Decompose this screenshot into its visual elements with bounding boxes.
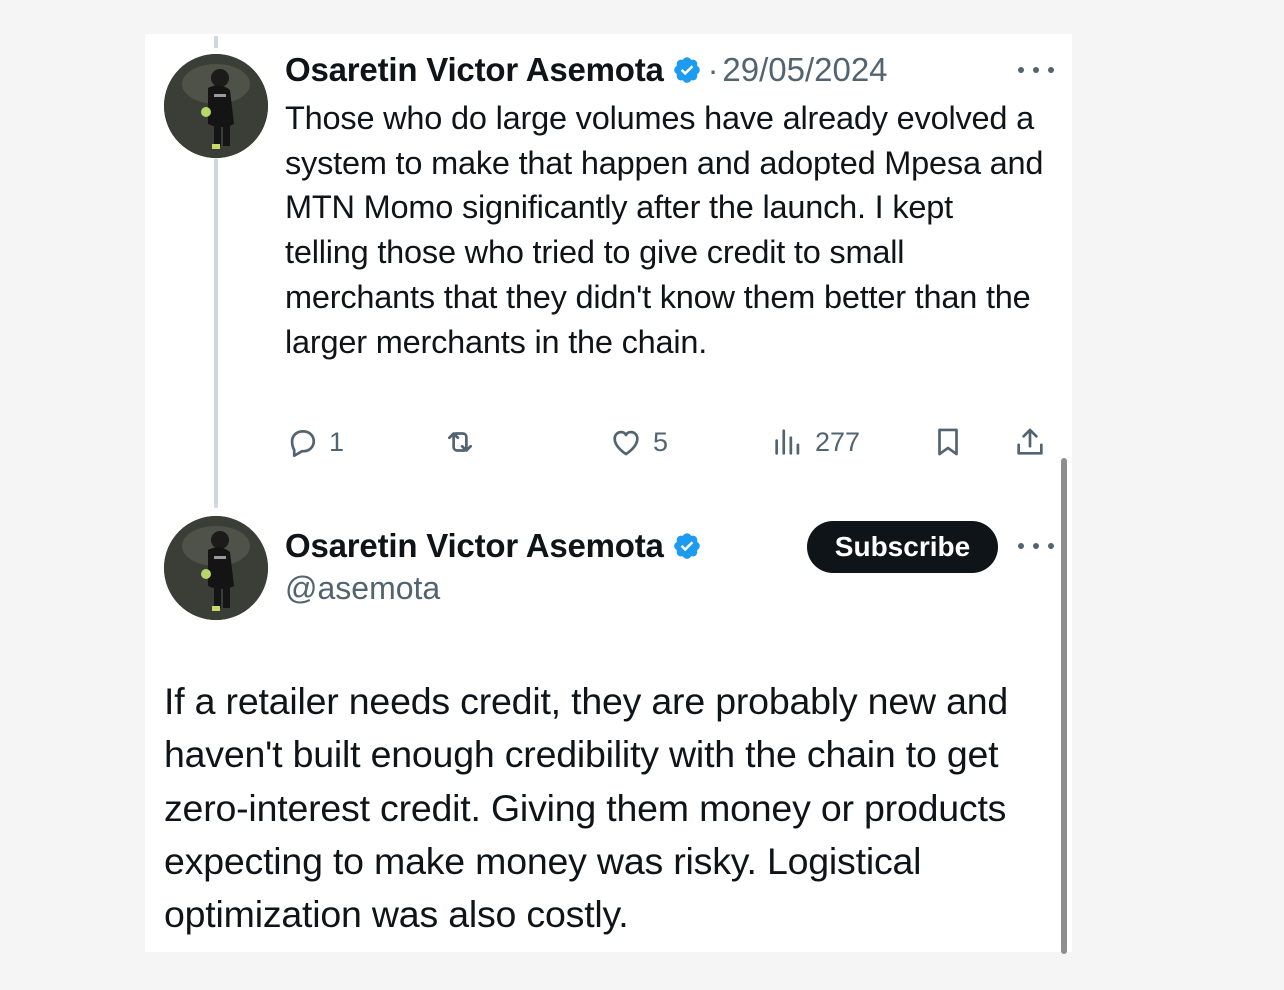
bookmark-button[interactable]: [931, 420, 965, 464]
views-bar-chart-icon: [775, 429, 800, 455]
more-options-icon[interactable]: [1018, 60, 1054, 80]
tweet-date[interactable]: 29/05/2024: [722, 51, 887, 89]
views-button[interactable]: 277: [771, 420, 860, 464]
main-tweet-text: If a retailer needs credit, they are pro…: [164, 680, 1009, 936]
share-button[interactable]: [1013, 420, 1047, 464]
views-count: 277: [815, 426, 861, 457]
like-count: 5: [653, 426, 669, 457]
subscribe-button[interactable]: Subscribe: [807, 521, 998, 573]
thread-connector-line: [214, 158, 218, 508]
more-options-icon[interactable]: [1018, 536, 1054, 556]
reply-icon: [290, 430, 316, 458]
author-name[interactable]: Osaretin Victor Asemota: [285, 527, 664, 565]
verified-badge-icon: [673, 57, 700, 83]
retweet-icon: [448, 432, 472, 452]
share-upload-icon: [1017, 428, 1043, 455]
avatar[interactable]: [164, 54, 268, 158]
main-tweet-header: Osaretin Victor Asemota: [285, 524, 702, 568]
dot-separator: ·: [707, 51, 719, 88]
reply-button[interactable]: 1: [285, 420, 344, 464]
author-name[interactable]: Osaretin Victor Asemota: [285, 51, 664, 89]
tweet-action-bar: 1 5 277: [285, 420, 1055, 464]
reply-count: 1: [329, 426, 345, 457]
author-handle[interactable]: @asemota: [285, 570, 440, 607]
verified-badge-icon: [673, 533, 700, 559]
scrollbar[interactable]: [1061, 458, 1067, 954]
parent-tweet-header: Osaretin Victor Asemota · 29/05/2024: [285, 48, 888, 92]
bookmark-icon: [938, 428, 958, 456]
retweet-button[interactable]: [443, 420, 487, 464]
avatar[interactable]: [164, 516, 268, 620]
like-button[interactable]: 5: [609, 420, 668, 464]
parent-tweet-text: Those who do large volumes have already …: [285, 100, 1044, 360]
thread-connector-top: [214, 36, 218, 48]
heart-icon: [613, 430, 639, 456]
